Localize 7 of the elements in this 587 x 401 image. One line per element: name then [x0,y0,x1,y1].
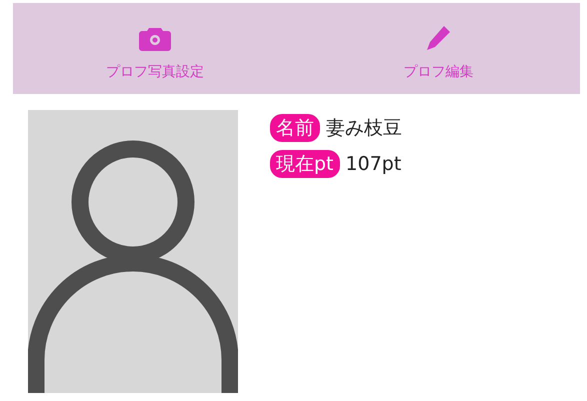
toolbar-button[interactable]: プロフ写真設定 [13,3,296,94]
field-label: 名前 [270,114,320,142]
field-value: 妻み枝豆 [326,116,402,141]
toolbar-button[interactable]: プロフ編集 [296,3,580,94]
field-value: 107pt [346,153,402,175]
field-label: 現在pt [270,150,340,178]
pencil-icon [425,24,452,50]
